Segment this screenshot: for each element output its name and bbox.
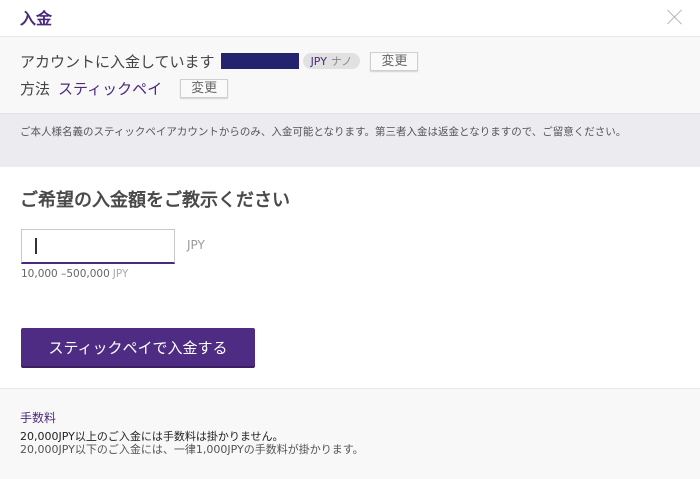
amount-title: ご希望の入金額をご教示ください <box>20 190 290 211</box>
modal-header: 入金 <box>0 0 700 37</box>
account-type: ナノ <box>330 55 353 68</box>
amount-currency: JPY <box>187 238 205 252</box>
amount-range-values: 10,000 –500,000 <box>21 268 110 280</box>
close-icon[interactable] <box>666 8 684 26</box>
amount-range-unit: JPY <box>112 268 129 280</box>
fee-line-2: 20,000JPY以下のご入金には、一律1,000JPYの手数料が掛かります。 <box>20 443 364 456</box>
text-caret <box>35 238 37 254</box>
account-currency-badge: JPY ナノ <box>302 53 361 69</box>
notice-text: ご本人様名義のスティックペイアカウントからのみ、入金可能となります。第三者入金は… <box>20 126 627 138</box>
change-account-button[interactable]: 変更 <box>370 51 419 71</box>
fee-title: 手数料 <box>20 411 57 425</box>
account-currency: JPY <box>310 54 327 68</box>
submit-deposit-button[interactable]: スティックペイで入金する <box>21 328 255 366</box>
method-label: 方法 <box>20 79 51 98</box>
fee-section: 手数料 20,000JPY以上のご入金には手数料は掛かりません。 20,000J… <box>0 388 700 479</box>
amount-input[interactable] <box>21 229 175 264</box>
method-row: 方法 スティックペイ 変更 <box>20 77 229 99</box>
account-number-masked <box>220 53 299 69</box>
account-label: アカウントに入金しています <box>20 52 215 71</box>
change-method-button[interactable]: 変更 <box>180 78 229 98</box>
page-title: 入金 <box>20 9 53 28</box>
amount-range: 10,000 –500,000 JPY <box>21 268 128 280</box>
notice-banner: ご本人様名義のスティックペイアカウントからのみ、入金可能となります。第三者入金は… <box>0 114 700 167</box>
account-row: アカウントに入金しています JPY ナノ 変更 <box>20 50 419 72</box>
account-section: アカウントに入金しています JPY ナノ 変更 方法 スティックペイ 変更 <box>0 37 700 114</box>
method-name: スティックペイ <box>58 79 163 98</box>
